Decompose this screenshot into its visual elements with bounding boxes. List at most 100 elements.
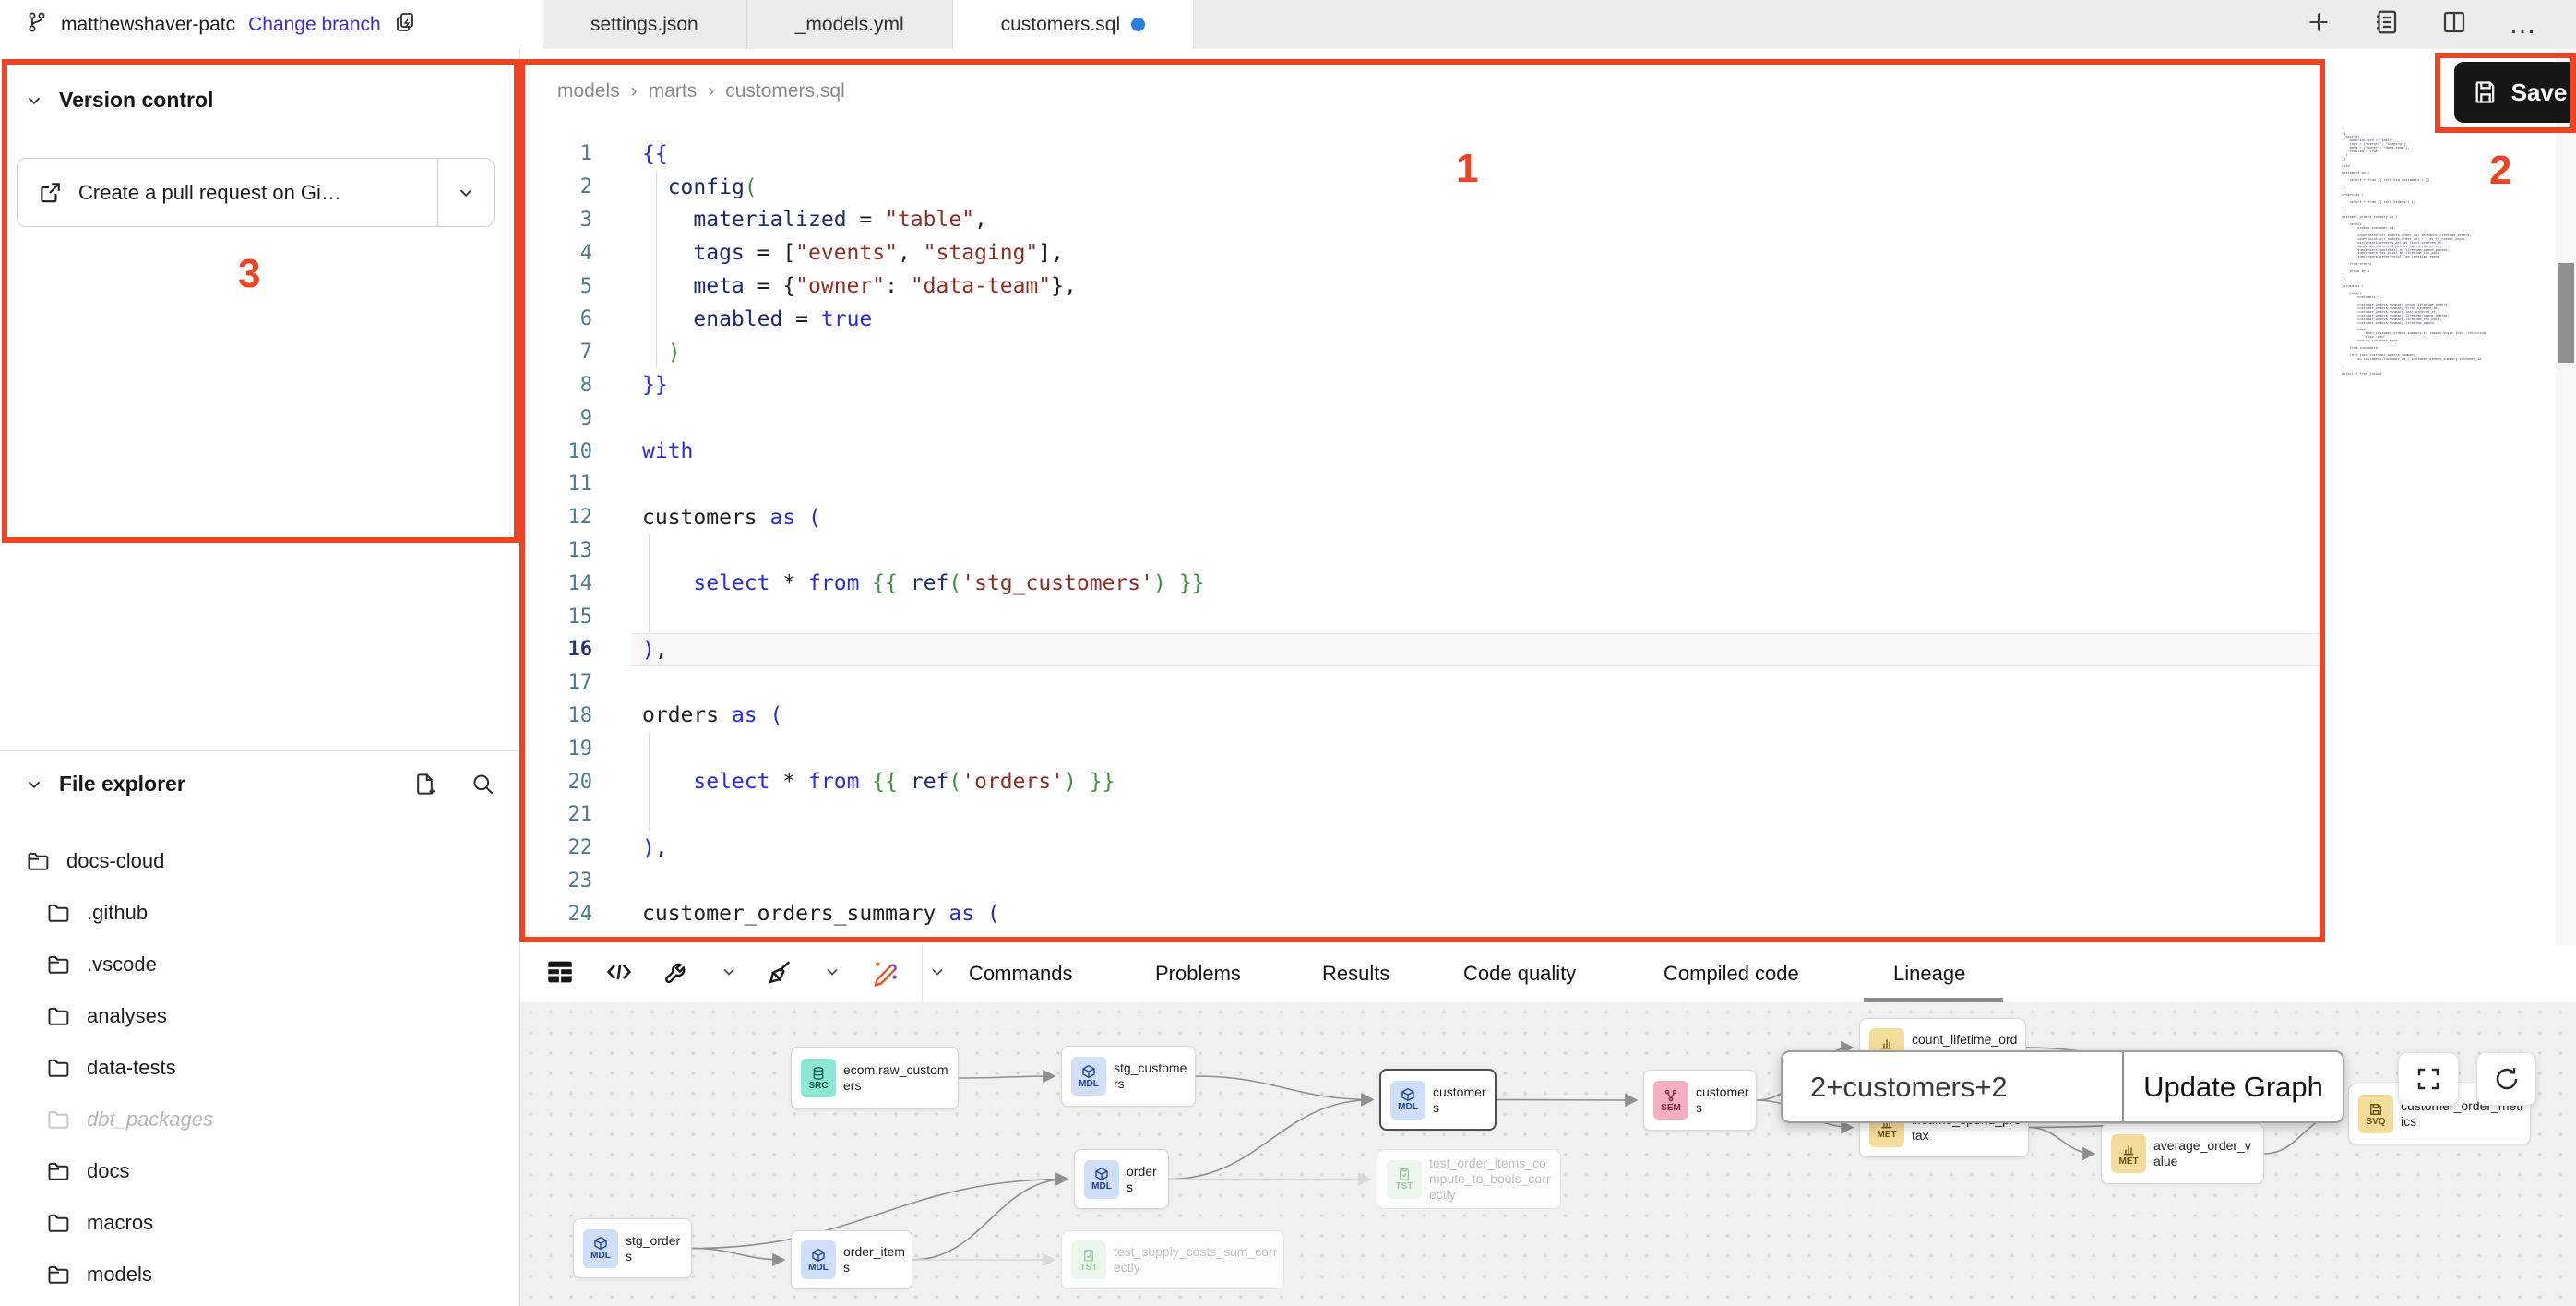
- copy-branch-icon[interactable]: [394, 10, 416, 39]
- new-file-icon[interactable]: [412, 772, 437, 797]
- line-number: 14: [520, 572, 592, 595]
- code-icon[interactable]: [603, 956, 635, 992]
- code-line-1[interactable]: 1{{: [520, 138, 2325, 171]
- line-content: orders as (: [642, 703, 2325, 727]
- split-editor-icon[interactable]: [2440, 8, 2468, 41]
- code-line-23[interactable]: 23: [520, 865, 2325, 898]
- breadcrumb-item[interactable]: models: [557, 80, 620, 102]
- copilot-wand-icon[interactable]: [869, 956, 900, 992]
- code-line-19[interactable]: 19: [520, 732, 2325, 765]
- code-line-16[interactable]: 16),: [520, 633, 2325, 666]
- build-wrench-icon[interactable]: [662, 957, 692, 991]
- edge-stg_orders-to-order_items: [692, 1249, 784, 1261]
- tree-item-dbt_packages[interactable]: dbt_packages: [0, 1094, 519, 1145]
- lineage-node-average_order_value[interactable]: METaverage_order_value: [2101, 1123, 2264, 1184]
- refresh-button[interactable]: [2476, 1052, 2536, 1106]
- tree-item-docs[interactable]: docs: [0, 1145, 519, 1197]
- top-bar: matthewshaver-patc Change branch setting…: [0, 0, 2576, 50]
- code-line-6[interactable]: 6 enabled = true: [520, 303, 2325, 336]
- tree-item-data-tests[interactable]: data-tests: [0, 1042, 519, 1094]
- preview-table-icon[interactable]: [544, 956, 576, 992]
- line-content: customer_orders_summary as (: [642, 902, 2325, 926]
- chevron-down-icon[interactable]: [928, 963, 947, 986]
- lineage-node-stg_customers[interactable]: MDLstg_customers: [1061, 1046, 1196, 1107]
- code-line-9[interactable]: 9: [520, 401, 2325, 435]
- search-icon[interactable]: [471, 772, 495, 797]
- tree-item-docs-cloud[interactable]: docs-cloud: [0, 835, 519, 887]
- tree-item-label: macros: [87, 1211, 153, 1235]
- folder-open-icon: [46, 952, 72, 977]
- pr-button-caret[interactable]: [437, 159, 494, 226]
- tab-customers.sql[interactable]: customers.sql: [953, 0, 1195, 49]
- overflow-menu-icon[interactable]: …: [2509, 9, 2539, 41]
- lineage-search-input[interactable]: 2+customers+2: [1783, 1052, 2122, 1121]
- lineage-node-order_items[interactable]: MDLorder_items: [791, 1230, 912, 1289]
- line-number: 4: [520, 242, 592, 265]
- code-line-5[interactable]: 5 meta = {"owner": "data-team"},: [520, 270, 2325, 303]
- code-line-4[interactable]: 4 tags = ["events", "staging"],: [520, 236, 2325, 270]
- code-line-21[interactable]: 21: [520, 798, 2325, 832]
- scrollbar-thumb[interactable]: [2558, 263, 2574, 363]
- code-lines[interactable]: 1{{2 config(3 materialized = "table",4 t…: [520, 138, 2325, 930]
- code-editor: models› marts› customers.sql 1{{2 config…: [520, 49, 2576, 945]
- code-line-10[interactable]: 10with: [520, 435, 2325, 468]
- code-line-18[interactable]: 18orders as (: [520, 700, 2325, 733]
- bottom-tab-commands[interactable]: Commands: [969, 945, 1072, 1002]
- code-line-15[interactable]: 15: [520, 600, 2325, 633]
- code-line-17[interactable]: 17: [520, 666, 2325, 700]
- code-line-2[interactable]: 2 config(: [520, 171, 2325, 204]
- bottom-tab-lineage[interactable]: Lineage: [1893, 945, 1965, 1002]
- code-line-8[interactable]: 8}}: [520, 369, 2325, 402]
- create-pr-button[interactable]: Create a pull request on Gi…: [17, 158, 495, 227]
- bottom-tab-results[interactable]: Results: [1322, 945, 1389, 1002]
- editor-scrollbar[interactable]: [2556, 49, 2576, 945]
- code-line-22[interactable]: 22),: [520, 832, 2325, 865]
- code-line-24[interactable]: 24customer_orders_summary as (: [520, 897, 2325, 930]
- tree-item-analyses[interactable]: analyses: [0, 990, 519, 1042]
- code-line-3[interactable]: 3 materialized = "table",: [520, 204, 2325, 237]
- breadcrumb-item[interactable]: customers.sql: [725, 80, 845, 102]
- minimap[interactable]: {{ config( materialized = "table", tags …: [2342, 132, 2555, 778]
- code-line-20[interactable]: 20 select * from {{ ref('orders') }}: [520, 765, 2325, 798]
- code-line-14[interactable]: 14 select * from {{ ref('stg_customers')…: [520, 567, 2325, 600]
- breadcrumb-item[interactable]: marts: [649, 80, 698, 102]
- code-line-7[interactable]: 7 ): [520, 336, 2325, 369]
- lineage-node-stg_orders[interactable]: MDLstg_orders: [573, 1218, 692, 1278]
- tree-item-.github[interactable]: .github: [0, 887, 519, 939]
- tree-item-models[interactable]: models: [0, 1249, 519, 1300]
- edge-ecom_raw_customers-to-stg_customers: [959, 1076, 1055, 1078]
- save-button[interactable]: Save: [2454, 62, 2576, 123]
- tree-item-.vscode[interactable]: .vscode: [0, 939, 519, 990]
- bottom-tab-compiled-code[interactable]: Compiled code: [1664, 945, 1799, 1002]
- bottom-tab-problems[interactable]: Problems: [1155, 945, 1241, 1002]
- update-graph-button[interactable]: Update Graph: [2122, 1052, 2343, 1121]
- code-line-12[interactable]: 12customers as (: [520, 501, 2325, 534]
- branch-name: matthewshaver-patc: [61, 14, 235, 36]
- format-broom-icon[interactable]: [766, 957, 795, 991]
- version-control-header[interactable]: Version control: [24, 88, 213, 113]
- code-line-11[interactable]: 11: [520, 468, 2325, 501]
- lineage-node-orders[interactable]: MDLorders: [1074, 1149, 1169, 1209]
- lineage-node-ecom_raw_customers[interactable]: SRCecom.raw_customers: [791, 1047, 959, 1109]
- lineage-node-test_supply[interactable]: TSTtest_supply_costs_sum_correctly: [1061, 1230, 1284, 1289]
- bottom-toolbar: Commands Problems Results Code quality Compi…: [520, 945, 2576, 1002]
- new-tab-plus-icon[interactable]: [2306, 9, 2332, 40]
- lineage-node-customers_sem[interactable]: SEMcustomers: [1643, 1070, 1757, 1131]
- tab-settings.json[interactable]: settings.json: [543, 0, 747, 49]
- lineage-canvas[interactable]: SRCecom.raw_customers MDLstg_customers MDL…: [520, 1002, 2576, 1306]
- notebook-icon[interactable]: [2372, 8, 2400, 41]
- change-branch-link[interactable]: Change branch: [248, 14, 381, 36]
- lineage-node-customers_mdl[interactable]: MDLcustomers: [1379, 1069, 1497, 1131]
- bottom-tab-code-quality[interactable]: Code quality: [1463, 945, 1576, 1002]
- node-label: average_order_value: [2153, 1138, 2263, 1169]
- file-explorer-header[interactable]: File explorer: [24, 772, 495, 797]
- chevron-down-icon[interactable]: [823, 963, 841, 986]
- code-line-13[interactable]: 13: [520, 534, 2325, 568]
- tree-item-macros[interactable]: macros: [0, 1197, 519, 1249]
- chevron-down-icon[interactable]: [720, 963, 738, 986]
- fullscreen-button[interactable]: [2398, 1052, 2459, 1106]
- line-number: 22: [520, 836, 592, 859]
- lineage-node-test_order_items[interactable]: TSTtest_order_items_compute_to_bools_cor…: [1377, 1149, 1561, 1209]
- sidebar-divider: [0, 750, 519, 751]
- tab-_models.yml[interactable]: _models.yml: [747, 0, 953, 49]
